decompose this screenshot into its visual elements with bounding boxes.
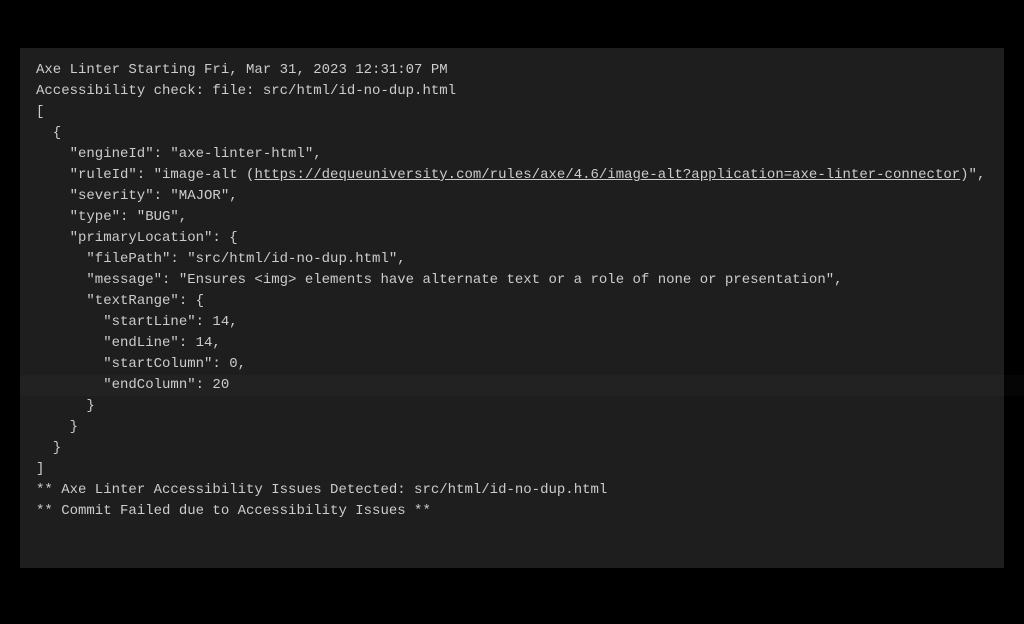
check-line: Accessibility check: file: src/html/id-n… [36,81,988,102]
ruleId-prefix: "ruleId": "image-alt ( [70,167,255,183]
json-close-bracket: ] [36,459,988,480]
startLine-line: "startLine": 14, [36,312,988,333]
textRange-open: "textRange": { [36,291,988,312]
footer-detected: ** Axe Linter Accessibility Issues Detec… [36,480,988,501]
close-brace-object: } [36,438,988,459]
ruleId-link[interactable]: https://dequeuniversity.com/rules/axe/4.… [254,167,960,183]
engineId-line: "engineId": "axe-linter-html", [36,144,988,165]
endLine-line: "endLine": 14, [36,333,988,354]
close-brace-primaryLocation: } [36,417,988,438]
footer-failed: ** Commit Failed due to Accessibility Is… [36,501,988,522]
type-line: "type": "BUG", [36,207,988,228]
severity-line: "severity": "MAJOR", [36,186,988,207]
json-open-bracket: [ [36,102,988,123]
filePath-line: "filePath": "src/html/id-no-dup.html", [36,249,988,270]
ruleId-suffix: )", [960,167,985,183]
close-brace-textRange: } [36,396,988,417]
json-open-brace: { [36,123,988,144]
primaryLocation-open: "primaryLocation": { [36,228,988,249]
message-line: "message": "Ensures <img> elements have … [36,270,988,291]
startup-line: Axe Linter Starting Fri, Mar 31, 2023 12… [36,60,988,81]
terminal-output: Axe Linter Starting Fri, Mar 31, 2023 12… [20,48,1004,568]
ruleId-line: "ruleId": "image-alt (https://dequeunive… [36,165,988,186]
endColumn-line: "endColumn": 20 [36,375,988,396]
startColumn-line: "startColumn": 0, [36,354,988,375]
